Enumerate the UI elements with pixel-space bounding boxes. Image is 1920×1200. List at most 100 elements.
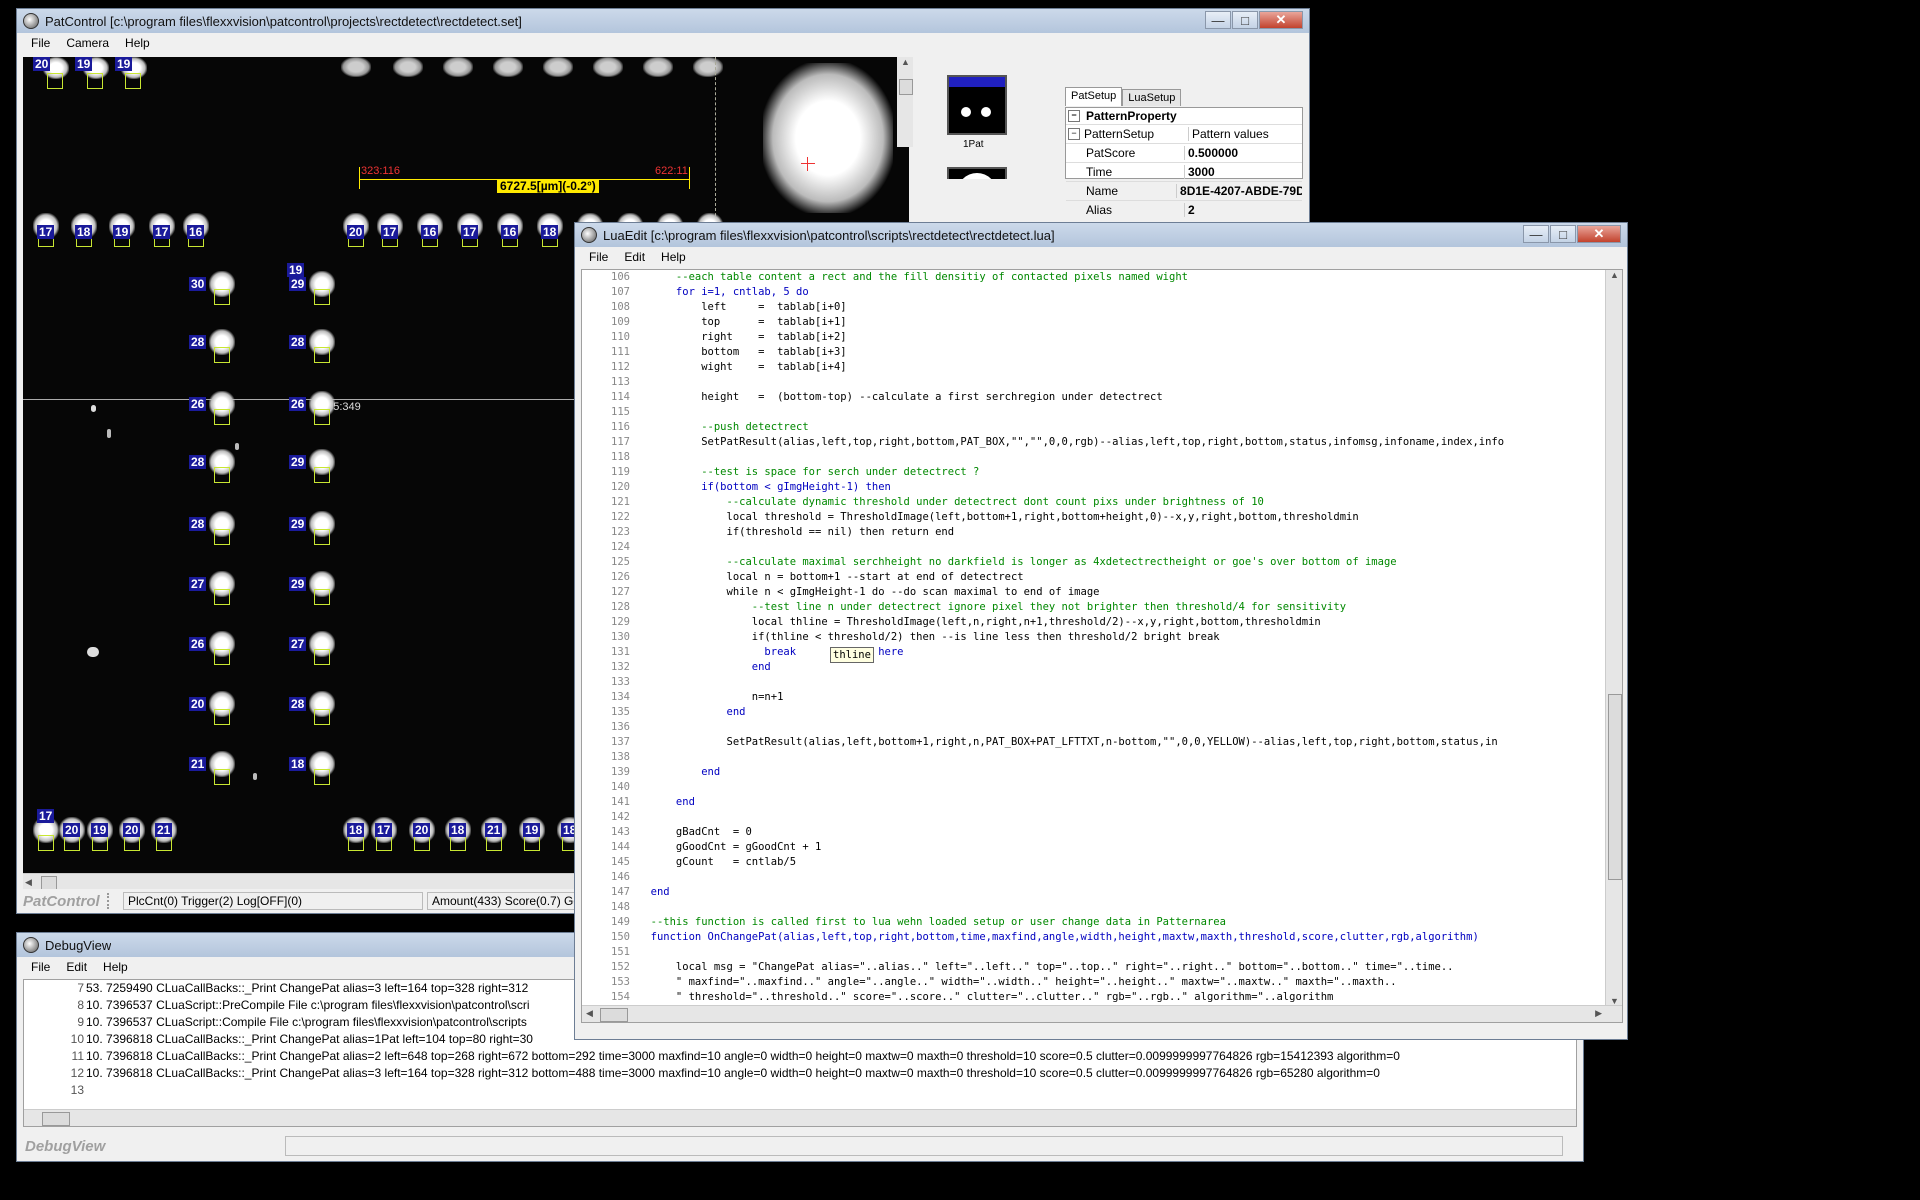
property-value[interactable]: 3000 bbox=[1184, 165, 1215, 179]
code-line[interactable]: 111 bottom = tablab[i+3] bbox=[582, 345, 1604, 360]
code-line[interactable]: 132 end bbox=[582, 660, 1604, 675]
menu-file[interactable]: File bbox=[23, 36, 58, 50]
code-line[interactable]: 138 bbox=[582, 750, 1604, 765]
code-line[interactable]: 133 bbox=[582, 675, 1604, 690]
code-line[interactable]: 142 bbox=[582, 810, 1604, 825]
code-line[interactable]: 143 gBadCnt = 0 bbox=[582, 825, 1604, 840]
code-line[interactable]: 117 SetPatResult(alias,left,top,right,bo… bbox=[582, 435, 1604, 450]
code-line[interactable]: 145 gCount = cntlab/5 bbox=[582, 855, 1604, 870]
code-line[interactable]: 152 local msg = "ChangePat alias="..alia… bbox=[582, 960, 1604, 975]
code-line[interactable]: 150 function OnChangePat(alias,left,top,… bbox=[582, 930, 1604, 945]
code-line[interactable]: 148 bbox=[582, 900, 1604, 915]
code-line[interactable]: 140 bbox=[582, 780, 1604, 795]
thumb-1pat[interactable] bbox=[947, 75, 1007, 135]
tab-patsetup[interactable]: PatSetup bbox=[1065, 87, 1123, 106]
code-line[interactable]: 137 SetPatResult(alias,left,bottom+1,rig… bbox=[582, 735, 1604, 750]
lua-minimize-button[interactable]: — bbox=[1523, 225, 1549, 243]
code-line[interactable]: 147 end bbox=[582, 885, 1604, 900]
dbg-menu-help[interactable]: Help bbox=[95, 960, 136, 974]
lua-menu-file[interactable]: File bbox=[581, 250, 616, 264]
code-line[interactable]: 153 " maxfind="..maxfind.." angle="..ang… bbox=[582, 975, 1604, 990]
thumb-2[interactable] bbox=[947, 167, 1007, 179]
collapse-icon[interactable]: − bbox=[1068, 128, 1080, 140]
property-row[interactable]: Time 3000 bbox=[1066, 162, 1302, 181]
debug-hscroll-thumb[interactable] bbox=[42, 1112, 70, 1126]
scroll-left-arrow[interactable]: ◀ bbox=[25, 877, 32, 888]
scroll-up-arrow[interactable]: ▲ bbox=[1610, 270, 1619, 280]
code-line[interactable]: 106 --each table content a rect and the … bbox=[582, 270, 1604, 285]
minimize-button[interactable]: — bbox=[1205, 11, 1231, 29]
code-line[interactable]: 122 local threshold = ThresholdImage(lef… bbox=[582, 510, 1604, 525]
code-line[interactable]: 125 --calculate maximal serchheight no d… bbox=[582, 555, 1604, 570]
lua-close-button[interactable]: ✕ bbox=[1577, 225, 1621, 243]
code-line[interactable]: 146 bbox=[582, 870, 1604, 885]
code-line[interactable]: 124 bbox=[582, 540, 1604, 555]
code-line[interactable]: 108 left = tablab[i+0] bbox=[582, 300, 1604, 315]
scroll-up-arrow[interactable]: ▲ bbox=[901, 57, 910, 67]
code-line[interactable]: 109 top = tablab[i+1] bbox=[582, 315, 1604, 330]
property-row[interactable]: Name 8D1E-4207-ABDE-79DE bbox=[1066, 181, 1302, 200]
code-line[interactable]: 131 break loop here bbox=[582, 645, 1604, 660]
code-line[interactable]: 139 end bbox=[582, 765, 1604, 780]
debug-hscrollbar[interactable] bbox=[24, 1109, 1576, 1126]
code-vscrollbar[interactable]: ▲ ▼ bbox=[1605, 270, 1622, 1006]
collapse-icon[interactable]: − bbox=[1068, 110, 1080, 122]
code-line[interactable]: 113 bbox=[582, 375, 1604, 390]
code-line[interactable]: 128 --test line n under detectrect ignor… bbox=[582, 600, 1604, 615]
debug-line[interactable]: 11 10. 7396818 CLuaCallBacks::_Print Chan… bbox=[24, 1048, 1576, 1065]
code-line[interactable]: 134 n=n+1 bbox=[582, 690, 1604, 705]
code-hscroll-thumb[interactable] bbox=[600, 1008, 628, 1022]
camera-vscroll-thumb[interactable] bbox=[899, 79, 913, 95]
code-line[interactable]: 126 local n = bottom+1 --start at end of… bbox=[582, 570, 1604, 585]
property-row[interactable]: PatScore 0.500000 bbox=[1066, 143, 1302, 162]
code-line[interactable]: 141 end bbox=[582, 795, 1604, 810]
code-line[interactable]: 135 end bbox=[582, 705, 1604, 720]
property-group[interactable]: − PatternSetup Pattern values bbox=[1066, 124, 1302, 143]
property-header[interactable]: − PatternProperty bbox=[1066, 108, 1302, 124]
maximize-button[interactable]: □ bbox=[1232, 11, 1258, 29]
property-value[interactable]: 2 bbox=[1184, 203, 1195, 217]
patcontrol-titlebar[interactable]: PatControl [c:\program files\flexxvision… bbox=[17, 9, 1309, 33]
menu-camera[interactable]: Camera bbox=[58, 36, 117, 50]
property-value[interactable]: 0.500000 bbox=[1184, 146, 1238, 160]
menu-help[interactable]: Help bbox=[117, 36, 158, 50]
code-line[interactable]: 115 bbox=[582, 405, 1604, 420]
dbg-menu-file[interactable]: File bbox=[23, 960, 58, 974]
code-line[interactable]: 123 if(threshold == nil) then return end bbox=[582, 525, 1604, 540]
code-line[interactable]: 112 wight = tablab[i+4] bbox=[582, 360, 1604, 375]
code-line[interactable]: 129 local thline = ThresholdImage(left,n… bbox=[582, 615, 1604, 630]
code-editor[interactable]: 106 --each table content a rect and the … bbox=[581, 269, 1623, 1023]
code-line[interactable]: 136 bbox=[582, 720, 1604, 735]
luaedit-titlebar[interactable]: LuaEdit [c:\program files\flexxvision\pa… bbox=[575, 223, 1627, 247]
code-hscrollbar[interactable]: ◀ ▶ bbox=[582, 1005, 1622, 1022]
property-row[interactable]: Alias 2 bbox=[1066, 200, 1302, 219]
debug-line[interactable]: 12 10. 7396818 CLuaCallBacks::_Print Chan… bbox=[24, 1065, 1576, 1082]
code-line[interactable]: 144 gGoodCnt = gGoodCnt + 1 bbox=[582, 840, 1604, 855]
code-line[interactable]: 151 bbox=[582, 945, 1604, 960]
lua-maximize-button[interactable]: □ bbox=[1550, 225, 1576, 243]
tab-luasetup[interactable]: LuaSetup bbox=[1122, 89, 1182, 106]
code-line[interactable]: 154 " threshold="..threshold.." score=".… bbox=[582, 990, 1604, 1002]
scroll-right-arrow[interactable]: ▶ bbox=[1595, 1008, 1602, 1019]
property-value[interactable]: 8D1E-4207-ABDE-79DE bbox=[1176, 184, 1302, 198]
code-line[interactable]: 120 if(bottom < gImgHeight-1) then bbox=[582, 480, 1604, 495]
camera-vscrollbar[interactable]: ▲ bbox=[897, 57, 913, 147]
code-line[interactable]: 130 if(thline < threshold/2) then --is l… bbox=[582, 630, 1604, 645]
scroll-left-arrow[interactable]: ◀ bbox=[586, 1008, 593, 1019]
lua-menu-help[interactable]: Help bbox=[653, 250, 694, 264]
code-line[interactable]: 119 --test is space for serch under dete… bbox=[582, 465, 1604, 480]
code-line[interactable]: 116 --push detectrect bbox=[582, 420, 1604, 435]
code-line[interactable]: 127 while n < gImgHeight-1 do --do scan … bbox=[582, 585, 1604, 600]
code-line[interactable]: 114 height = (bottom-top) --calculate a … bbox=[582, 390, 1604, 405]
camera-scroll-thumb[interactable] bbox=[41, 876, 57, 890]
code-vscroll-thumb[interactable] bbox=[1608, 694, 1622, 880]
code-line[interactable]: 107 for i=1, cntlab, 5 do bbox=[582, 285, 1604, 300]
code-line[interactable]: 149 --this function is called first to l… bbox=[582, 915, 1604, 930]
code-line[interactable]: 118 bbox=[582, 450, 1604, 465]
dbg-menu-edit[interactable]: Edit bbox=[58, 960, 95, 974]
code-line[interactable]: 110 right = tablab[i+2] bbox=[582, 330, 1604, 345]
lua-menu-edit[interactable]: Edit bbox=[616, 250, 653, 264]
close-button[interactable]: ✕ bbox=[1259, 11, 1303, 29]
code-line[interactable]: 121 --calculate dynamic threshold under … bbox=[582, 495, 1604, 510]
debug-line[interactable]: 13 bbox=[24, 1082, 1576, 1099]
